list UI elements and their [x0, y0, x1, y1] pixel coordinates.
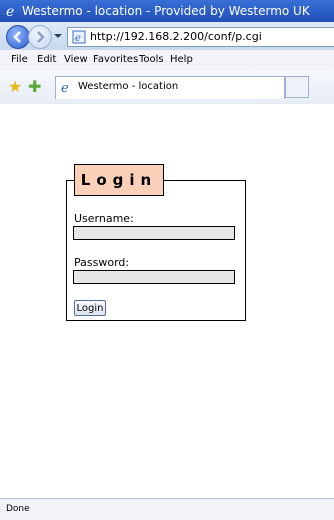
status-bar: Done: [0, 498, 334, 520]
address-input[interactable]: e http://192.168.2.200/conf/p.cgi: [67, 27, 334, 47]
username-input[interactable]: [73, 226, 235, 240]
ie-logo-icon: e: [6, 4, 14, 19]
menu-favorites[interactable]: Favorites: [93, 54, 138, 65]
page-icon: e: [72, 30, 86, 44]
favorites-bar: ★ ✚ e Westermo - location: [0, 70, 334, 105]
menu-tools[interactable]: Tools: [139, 54, 164, 65]
url-text: http://192.168.2.200/conf/p.cgi: [90, 30, 262, 43]
forward-arrow-icon: [37, 31, 45, 43]
login-button[interactable]: Login: [74, 300, 106, 316]
svg-text:e: e: [6, 4, 14, 19]
username-label: Username:: [74, 212, 134, 225]
window-title: Westermo - location - Provided by Wester…: [22, 4, 310, 18]
back-button[interactable]: [6, 25, 30, 49]
menu-help[interactable]: Help: [170, 54, 193, 65]
address-toolbar: e http://192.168.2.200/conf/p.cgi: [0, 22, 334, 51]
svg-text:e: e: [61, 81, 69, 94]
menu-file[interactable]: File: [11, 54, 28, 65]
new-tab-button[interactable]: [285, 76, 309, 98]
tab-page-icon: e: [61, 81, 69, 94]
menu-view[interactable]: View: [64, 54, 88, 65]
svg-text:e: e: [75, 33, 81, 44]
menu-bar: File Edit View Favorites Tools Help: [0, 50, 334, 71]
dropdown-arrow-icon[interactable]: [53, 31, 63, 41]
page-content: Login Username: Password: Login: [0, 104, 334, 498]
password-input[interactable]: [73, 270, 235, 284]
forward-button[interactable]: [28, 25, 52, 49]
menu-edit[interactable]: Edit: [37, 54, 56, 65]
back-arrow-icon: [13, 31, 21, 43]
favorites-star-icon[interactable]: ★: [8, 79, 22, 95]
add-favorites-icon[interactable]: ✚: [28, 79, 41, 95]
tab-label: Westermo - location: [78, 81, 179, 92]
status-text: Done: [6, 504, 30, 514]
tab-westermo-location[interactable]: e Westermo - location: [55, 76, 285, 99]
window-title-bar: e Westermo - location - Provided by West…: [0, 0, 334, 22]
login-legend: Login: [74, 164, 164, 196]
password-label: Password:: [74, 256, 130, 269]
